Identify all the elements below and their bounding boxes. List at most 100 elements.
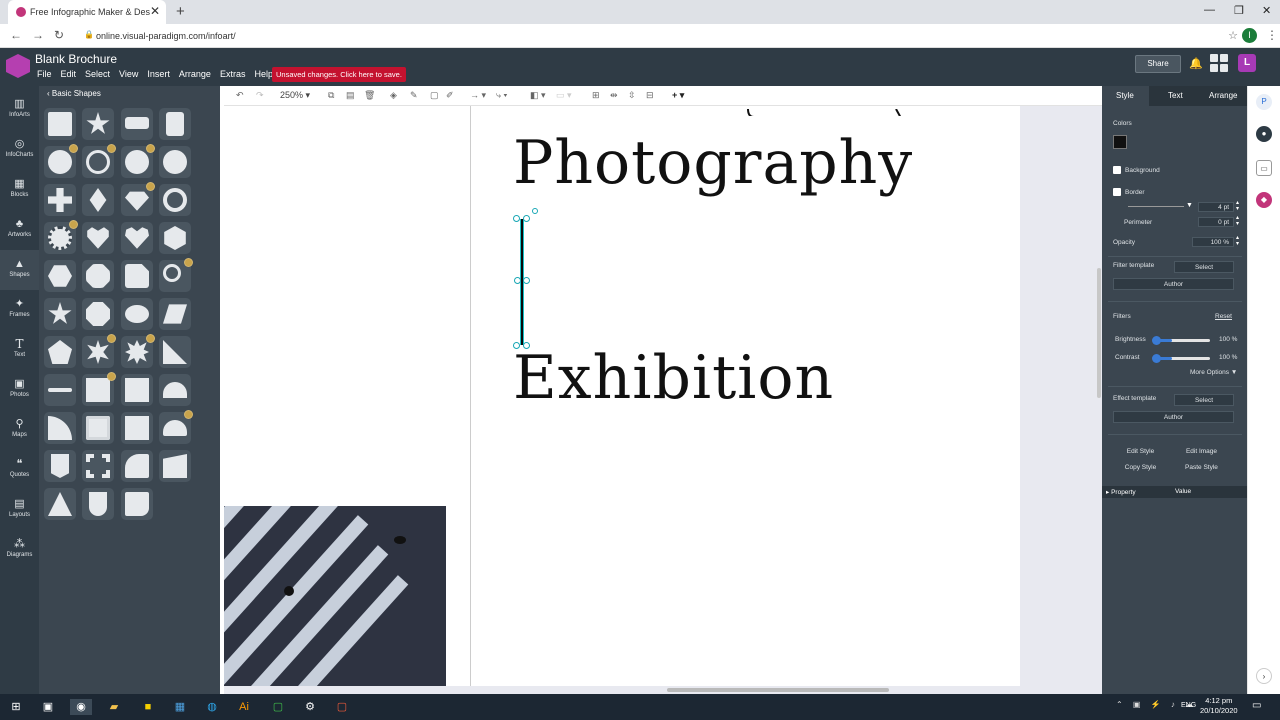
expand-panel-icon[interactable]: › <box>1256 668 1272 684</box>
rail-item-layouts[interactable]: ▤ Layouts <box>0 490 39 530</box>
shape-square[interactable] <box>121 374 153 406</box>
shape-magnifier[interactable] <box>159 258 193 292</box>
group-icon[interactable]: ⊞ <box>592 90 600 101</box>
browser-tab[interactable]: Free Infographic Maker & Design ✕ <box>8 0 166 24</box>
border-width-input[interactable]: 4 pt <box>1198 202 1234 212</box>
color-swatch[interactable] <box>1113 135 1127 149</box>
distribute-horizontal-icon[interactable]: ⇹ <box>610 90 618 101</box>
shape-tab-bottom[interactable] <box>82 488 114 520</box>
vertical-scrollbar[interactable] <box>1097 268 1101 398</box>
shape-square-plain[interactable] <box>121 412 153 444</box>
shape-diamond[interactable] <box>82 184 114 216</box>
paradigm-logo-icon[interactable]: P <box>1256 94 1272 110</box>
effect-author-button[interactable]: Author <box>1113 411 1234 423</box>
calculator-icon[interactable]: ▦ <box>172 699 188 715</box>
rail-item-maps[interactable]: ⚲ Maps <box>0 410 39 450</box>
connector-style-icon[interactable]: → ▾ <box>470 90 486 101</box>
shape-burst-small[interactable] <box>82 334 116 368</box>
distribute-vertical-icon[interactable]: ⇳ <box>628 90 636 101</box>
page-icon[interactable]: ▭ <box>1256 160 1272 176</box>
file-explorer-icon[interactable]: ▰ <box>106 699 122 715</box>
contrast-slider[interactable] <box>1152 354 1210 363</box>
border-checkbox[interactable] <box>1113 188 1121 196</box>
insert-plus-icon[interactable]: + ▾ <box>672 90 684 101</box>
fill-color-icon[interactable]: ◈ <box>390 90 397 101</box>
forward-arrow-icon[interactable]: → <box>32 28 44 42</box>
effect-template-select-button[interactable]: Select <box>1174 394 1234 406</box>
tab-close-icon[interactable]: ✕ <box>150 4 160 18</box>
size-icon[interactable]: ⊟ <box>646 90 654 101</box>
shape-octagon-round[interactable] <box>82 260 114 292</box>
opacity-stepper[interactable]: ▴ ▾ <box>1236 235 1239 247</box>
filter-author-button[interactable]: Author <box>1113 278 1234 290</box>
shape-circle-crown[interactable] <box>121 144 155 178</box>
notification-bell-icon[interactable]: 🔔 <box>1189 57 1203 70</box>
heading-exhibition[interactable]: Exhibition <box>513 343 834 413</box>
maximize-button[interactable]: ❐ <box>1234 4 1244 17</box>
sticky-notes-icon[interactable]: ■ <box>140 699 156 715</box>
search-icon[interactable]: ● <box>1256 126 1272 142</box>
copy-style-button[interactable]: Copy Style <box>1113 462 1168 474</box>
language-indicator[interactable]: ENG <box>1181 702 1196 709</box>
rail-item-diagrams[interactable]: ⁂ Diagrams <box>0 530 39 570</box>
menu-edit[interactable]: Edit <box>61 69 77 79</box>
tab-text[interactable]: Text <box>1168 91 1183 100</box>
rail-item-artworks[interactable]: ♣ Artworks <box>0 210 39 250</box>
camtasia-green-icon[interactable]: ▢ <box>270 699 286 715</box>
delete-icon[interactable]: 🗑 <box>364 90 375 101</box>
background-checkbox[interactable] <box>1113 166 1121 174</box>
menu-arrange[interactable]: Arrange <box>179 69 211 79</box>
brightness-slider[interactable] <box>1152 336 1210 345</box>
tab-style[interactable]: Style <box>1116 91 1134 100</box>
shape-half-circle[interactable] <box>159 374 191 406</box>
rotate-handle[interactable] <box>532 208 538 214</box>
filter-template-select-button[interactable]: Select <box>1174 261 1234 273</box>
chrome-icon[interactable]: ◉ <box>70 699 92 715</box>
shape-octagon[interactable] <box>82 298 114 330</box>
rail-item-infocharts[interactable]: ◎ InfoCharts <box>0 130 39 170</box>
rail-item-photos[interactable]: ▣ Photos <box>0 370 39 410</box>
user-avatar[interactable]: L <box>1238 54 1256 72</box>
rail-item-infoarts[interactable]: ▥ InfoArts <box>0 90 39 130</box>
redo-icon[interactable]: ↷ <box>256 90 264 101</box>
shape-pentagon[interactable] <box>44 336 76 368</box>
shape-badge-circle[interactable] <box>44 144 78 178</box>
rail-item-quotes[interactable]: ❝ Quotes <box>0 450 39 490</box>
rail-item-frames[interactable]: ✦ Frames <box>0 290 39 330</box>
shape-star-5[interactable] <box>44 298 76 330</box>
shape-rounded-bar[interactable] <box>121 108 153 140</box>
rail-item-blocks[interactable]: ▦ Blocks <box>0 170 39 210</box>
shape-gear[interactable] <box>44 220 78 254</box>
shape-frame-corners[interactable] <box>82 450 114 482</box>
waypoint-style-icon[interactable]: ⤷ ▾ <box>496 90 507 101</box>
menu-insert[interactable]: Insert <box>147 69 170 79</box>
shape-rounded-corner[interactable] <box>121 450 153 482</box>
more-options-link[interactable]: More Options ▼ <box>1190 369 1237 376</box>
shape-slanted-top[interactable] <box>159 450 191 482</box>
browser-profile-avatar[interactable]: I <box>1242 28 1257 43</box>
apps-grid-icon[interactable] <box>1210 54 1228 72</box>
paste-style-button[interactable]: Paste Style <box>1174 462 1229 474</box>
contrast-slider-knob[interactable] <box>1152 354 1161 363</box>
resize-handle-top-right[interactable] <box>523 215 530 222</box>
shape-square-crown[interactable] <box>82 372 116 406</box>
shape-burst[interactable] <box>121 334 155 368</box>
settings-gear-icon[interactable]: ⚙ <box>302 699 318 715</box>
zoom-select[interactable]: 250% ▾ <box>280 90 310 101</box>
shape-heart[interactable] <box>121 222 153 254</box>
app-blue-icon[interactable]: ◍ <box>204 699 220 715</box>
windows-start-icon[interactable]: ⊞ <box>8 699 24 715</box>
edit-style-button[interactable]: Edit Style <box>1113 446 1168 458</box>
shape-heart-outline[interactable] <box>82 222 114 254</box>
bookmark-star-icon[interactable]: ☆ <box>1228 29 1238 42</box>
border-style-select[interactable]: ▼ <box>1124 202 1194 212</box>
shape-hexagon-flat[interactable] <box>44 260 76 292</box>
window-close-button[interactable]: ✕ <box>1262 4 1271 17</box>
perimeter-stepper[interactable]: ▴ ▾ <box>1236 215 1239 227</box>
shape-ellipse[interactable] <box>121 298 153 330</box>
shape-ring[interactable] <box>159 184 191 216</box>
shape-quarter-circle[interactable] <box>44 412 76 444</box>
shape-plus[interactable] <box>44 184 76 216</box>
heading-photography[interactable]: Photography <box>513 128 913 198</box>
shape-rounded-rect-tall[interactable] <box>159 108 191 140</box>
